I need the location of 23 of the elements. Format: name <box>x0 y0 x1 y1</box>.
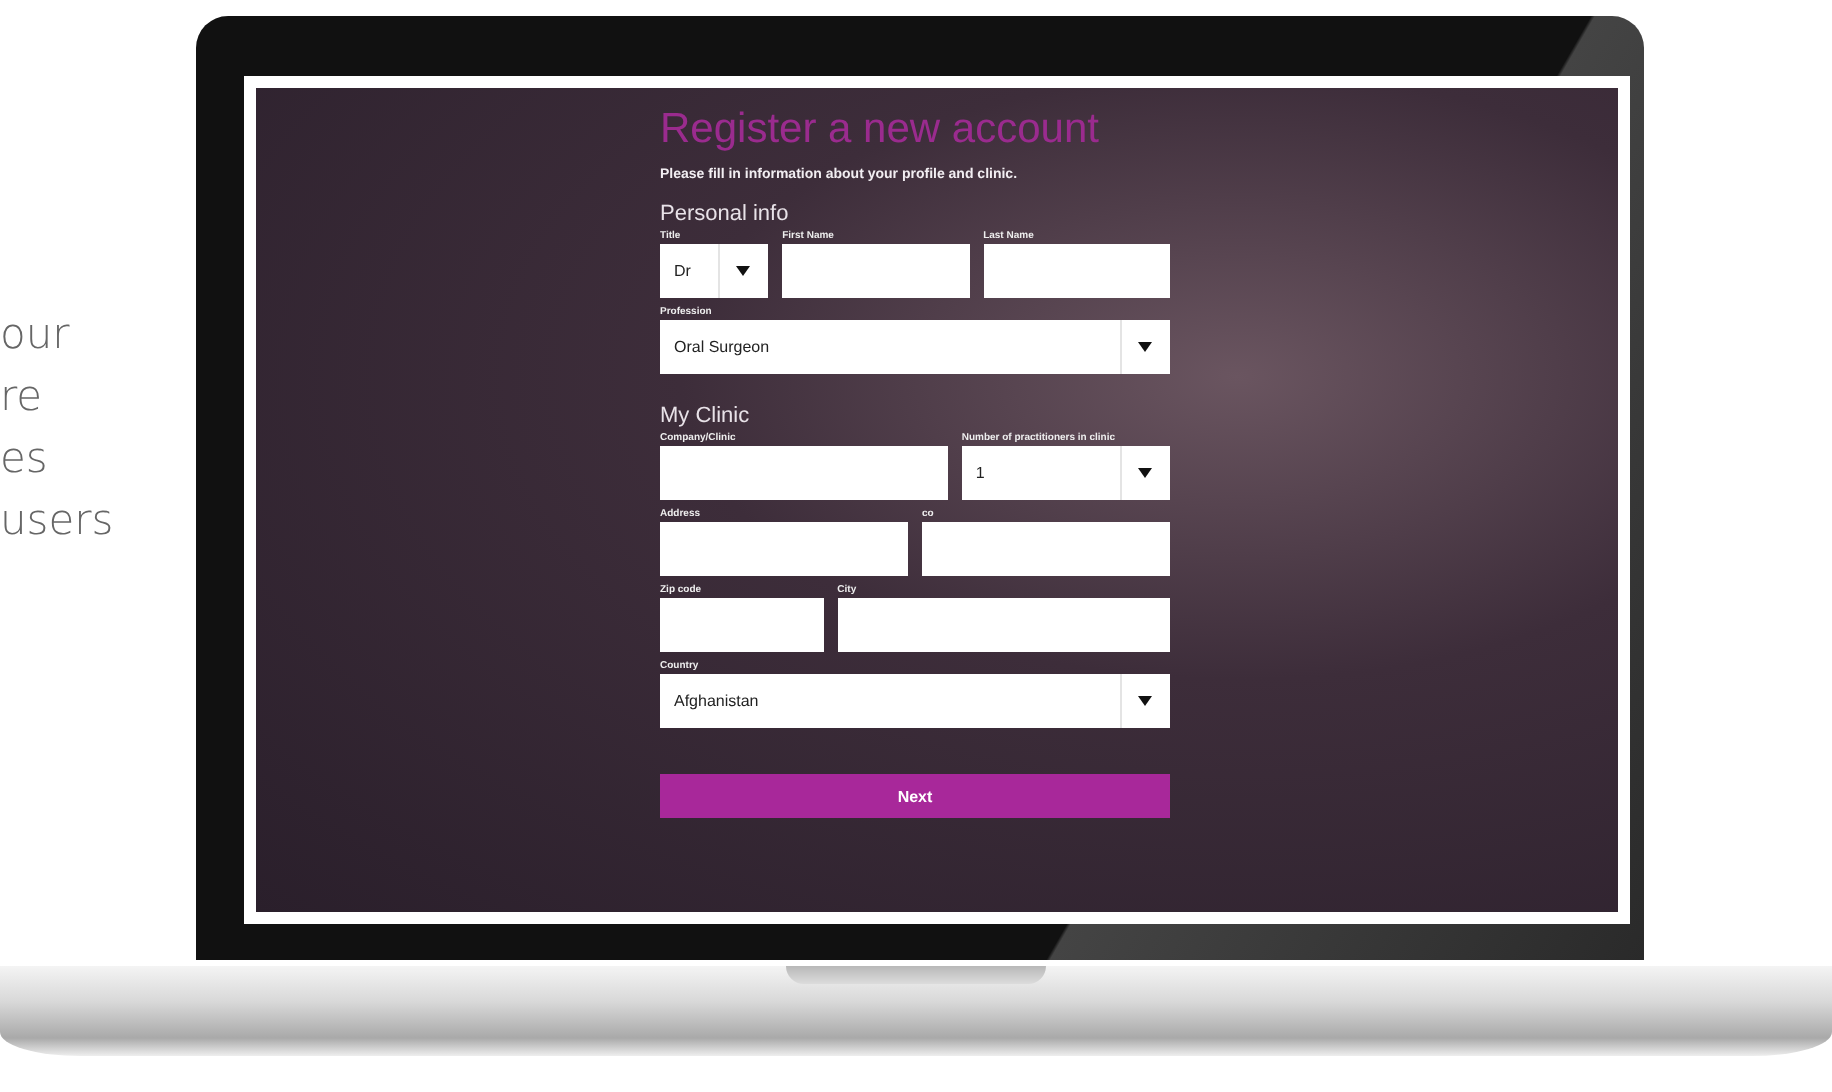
promo-text: es <box>0 432 50 486</box>
caret-icon <box>1138 468 1152 478</box>
input-field[interactable] <box>983 244 1171 298</box>
page-title: Register a new account <box>660 104 1101 156</box>
input-field[interactable] <box>922 522 1170 576</box>
dropdown[interactable]: Dr <box>660 244 769 298</box>
promo-text: our <box>0 308 72 362</box>
dropdown[interactable]: 1 <box>961 446 1170 500</box>
dropdown[interactable]: Afghanistan <box>660 674 1170 728</box>
promo-text: re <box>0 370 45 424</box>
input-field[interactable] <box>660 446 948 500</box>
section-heading: My Clinic <box>660 402 752 430</box>
caret-icon <box>1138 696 1152 706</box>
dropdown[interactable]: Oral Surgeon <box>660 320 1170 374</box>
caret-icon <box>1138 342 1152 352</box>
next-button[interactable]: Next <box>660 774 1170 818</box>
caret-icon <box>736 266 751 276</box>
input-field[interactable] <box>660 522 908 576</box>
input-field[interactable] <box>660 598 824 652</box>
section-heading: Personal info <box>660 200 791 228</box>
promo-text: users <box>0 494 116 548</box>
input-field[interactable] <box>837 598 1170 652</box>
input-field[interactable] <box>782 244 970 298</box>
